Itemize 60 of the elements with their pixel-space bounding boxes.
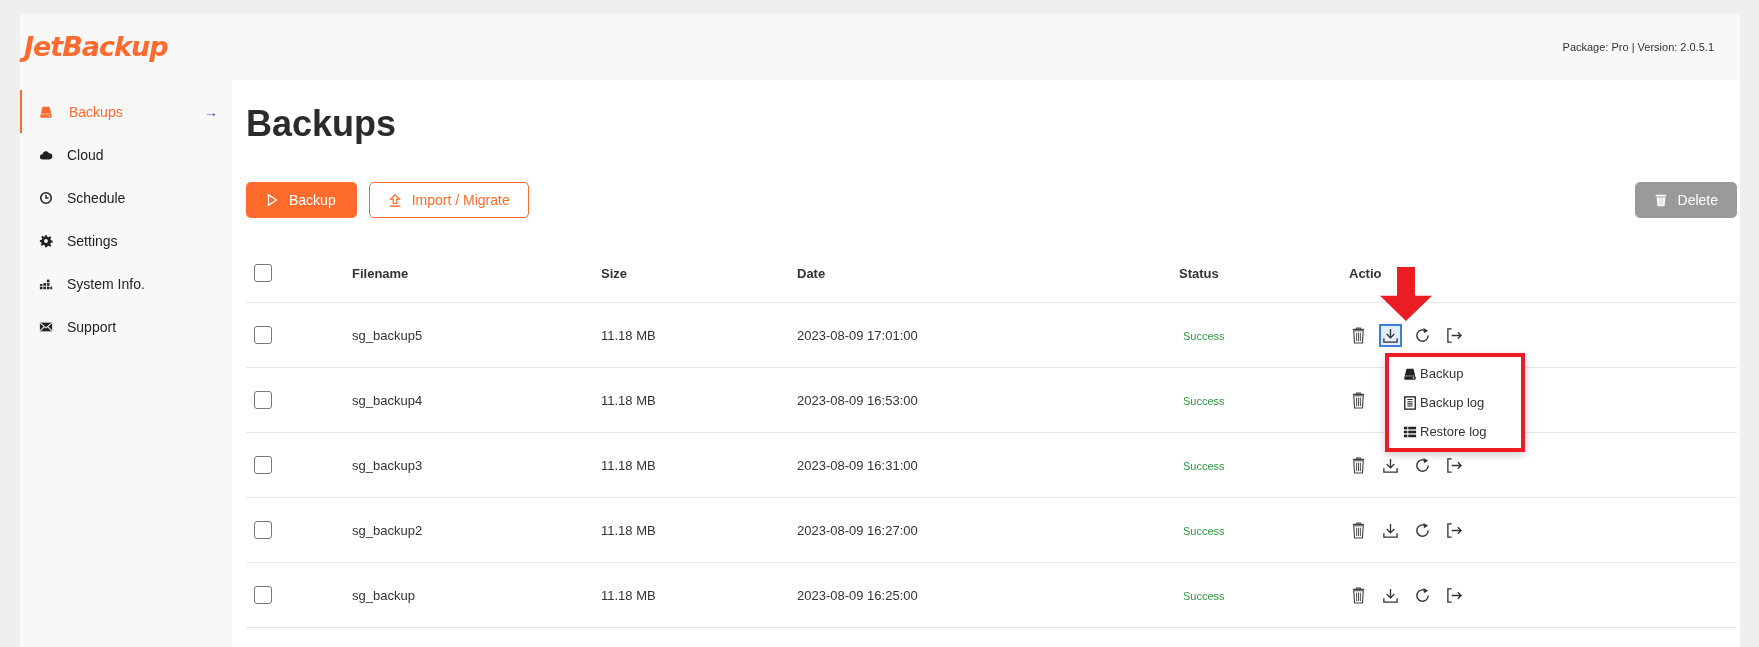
row-checkbox[interactable] (254, 586, 272, 604)
restore-icon[interactable] (1413, 520, 1432, 540)
export-icon[interactable] (1445, 585, 1464, 605)
drive-icon (39, 104, 53, 119)
column-header: Size (601, 265, 627, 281)
upload-icon (387, 193, 402, 207)
table-cell: 2023-08-09 16:31:00 (797, 457, 918, 473)
menu-item[interactable]: Restore log (1389, 417, 1521, 446)
package-version-text: Package: Pro | Version: 2.0.5.1 (1562, 41, 1714, 53)
column-header: Date (797, 265, 826, 281)
export-icon[interactable] (1445, 520, 1464, 540)
table-cell: sg_backup2 (352, 522, 423, 538)
table-cell: 2023-08-09 16:27:00 (797, 522, 918, 538)
play-icon (265, 193, 279, 207)
sidebar-item[interactable]: Settings (20, 219, 232, 262)
page-title: Backups (246, 102, 398, 146)
table-cell: 11.18 MB (601, 522, 656, 538)
table-cell: 2023-08-09 16:25:00 (797, 587, 918, 603)
annotation-arrow (1380, 266, 1432, 322)
table-cell: sg_backup (352, 587, 415, 603)
restore-icon[interactable] (1413, 455, 1432, 475)
column-header: Filename (352, 265, 409, 281)
table-cell: 2023-08-09 16:53:00 (797, 392, 918, 408)
menu-item[interactable]: Backup log (1389, 388, 1521, 417)
sidebar-item[interactable]: Cloud (20, 133, 232, 176)
status-text: Success (1182, 524, 1225, 537)
menu-item[interactable]: Backup (1389, 359, 1521, 388)
download-icon[interactable] (1381, 325, 1400, 345)
table-cell: 2023-08-09 17:01:00 (797, 327, 918, 343)
status-text: Success (1182, 589, 1225, 602)
drive-icon (1403, 366, 1417, 381)
column-header: Status (1179, 265, 1219, 281)
row-checkbox[interactable] (254, 326, 272, 344)
table-cell: 11.18 MB (601, 457, 656, 473)
table-cell: 11.18 MB (601, 392, 656, 408)
status-text: Success (1182, 394, 1225, 407)
document-icon (1403, 395, 1417, 410)
status-text: Success (1182, 459, 1225, 472)
clock-icon (39, 190, 53, 205)
table-cell: sg_backup3 (352, 457, 423, 473)
table-cell: sg_backup5 (352, 327, 423, 343)
table-cell: 11.18 MB (601, 327, 656, 343)
table-cell: 11.18 MB (601, 587, 656, 603)
row-checkbox[interactable] (254, 456, 272, 474)
settings-icon (39, 233, 53, 248)
sidebar-item[interactable]: Support (20, 305, 232, 348)
sidebar-item[interactable]: System Info. (20, 262, 232, 305)
status-text: Success (1182, 329, 1225, 342)
export-icon[interactable] (1445, 325, 1464, 345)
column-header: Actio (1349, 265, 1382, 281)
row-checkbox[interactable] (254, 391, 272, 409)
sidebar-item[interactable]: Schedule (20, 176, 232, 219)
select-all-checkbox[interactable] (254, 264, 272, 282)
export-icon[interactable] (1445, 455, 1464, 475)
trash-icon (1653, 193, 1668, 207)
table-cell: sg_backup4 (352, 392, 423, 408)
restore-icon[interactable] (1413, 325, 1432, 345)
list-icon (1403, 424, 1417, 439)
restore-icon[interactable] (1413, 585, 1432, 605)
row-checkbox[interactable] (254, 521, 272, 539)
